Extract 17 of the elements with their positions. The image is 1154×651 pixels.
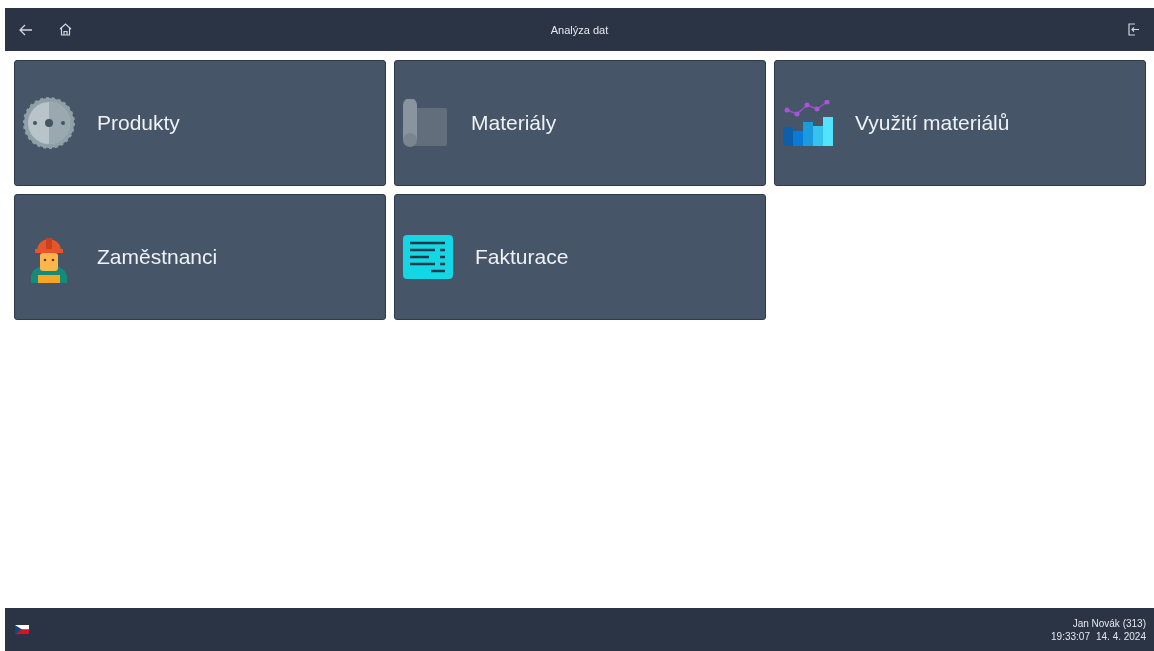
menu-tile[interactable]: Fakturace bbox=[394, 194, 766, 320]
saw-blade-icon bbox=[23, 97, 75, 149]
user-name: Jan Novák (313) bbox=[1072, 616, 1146, 630]
document-lines-icon bbox=[403, 235, 453, 279]
logout-icon bbox=[1128, 23, 1140, 36]
arrow-left-icon bbox=[19, 23, 33, 36]
paper-roll-icon bbox=[403, 99, 449, 147]
time-text: 19:33:07 bbox=[1051, 629, 1090, 643]
date-text: 14. 4. 2024 bbox=[1095, 629, 1146, 643]
menu-tile[interactable]: Využití materiálů bbox=[774, 60, 1146, 186]
menu-tile[interactable]: Produkty bbox=[14, 60, 386, 186]
menu-tile[interactable]: Materiály bbox=[394, 60, 766, 186]
bar-chart-icon bbox=[783, 100, 833, 146]
flag-icon bbox=[15, 625, 29, 634]
page-title: Analýza dat bbox=[550, 23, 609, 36]
home-icon bbox=[59, 23, 72, 36]
menu-tile[interactable]: Zaměstnanci bbox=[14, 194, 386, 320]
